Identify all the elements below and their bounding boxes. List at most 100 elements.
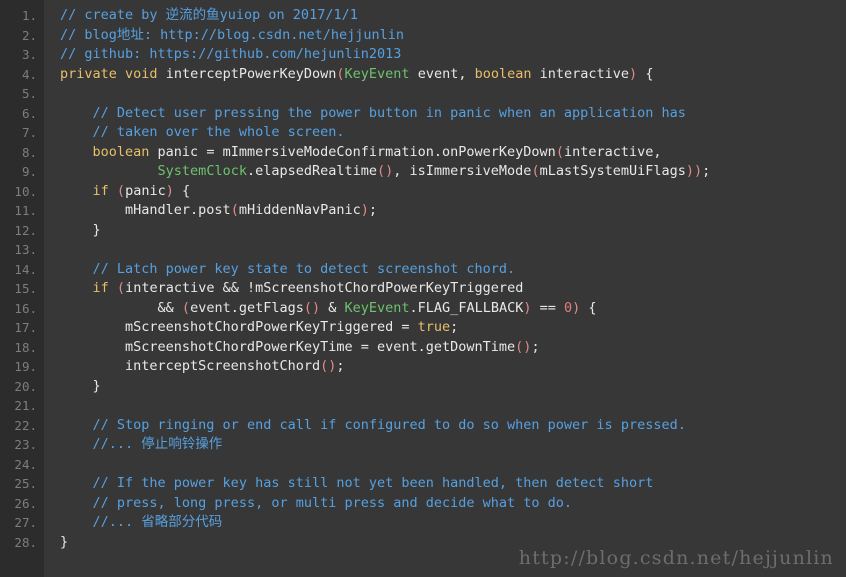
code-token-paren: ) (629, 65, 638, 82)
code-line[interactable]: // Latch power key state to detect scree… (60, 260, 846, 280)
code-token-paren: () (515, 338, 532, 355)
line-number: 3. (21, 47, 37, 62)
code-line[interactable]: // If the power key has still not yet be… (60, 474, 846, 494)
code-token-comment: // create by 逆流的鱼yuiop on 2017/1/1 (60, 7, 358, 23)
code-token-type: SystemClock (157, 163, 247, 179)
code-token-keyword: void (125, 65, 158, 82)
code-line[interactable]: // blog地址: http://blog.csdn.net/hejjunli… (60, 26, 846, 46)
code-token-plain: panic (125, 182, 166, 199)
code-line[interactable] (60, 396, 846, 416)
code-token-paren: ( (555, 143, 564, 160)
line-number: 5. (21, 86, 37, 101)
code-line[interactable]: if (panic) { (60, 182, 846, 202)
code-line[interactable]: if (interactive && !mScreenshotChordPowe… (60, 279, 846, 299)
code-line[interactable]: // Stop ringing or end call if configure… (60, 416, 846, 436)
code-token-paren: )) (685, 163, 703, 179)
line-number: 14. (14, 261, 37, 277)
code-line[interactable]: // press, long press, or multi press and… (60, 494, 846, 514)
code-token-parameter: interactive (539, 65, 630, 82)
code-token-plain: { (637, 65, 654, 82)
code-token-comment: // Stop ringing or end call if configure… (92, 416, 686, 433)
code-line[interactable]: interceptScreenshotChord(); (60, 357, 846, 377)
code-token-type: KeyEvent (344, 299, 410, 316)
code-token-plain: } (60, 377, 101, 394)
code-token-parameter: event (376, 338, 418, 355)
code-content-area[interactable]: // create by 逆流的鱼yuiop on 2017/1/1 // blo… (44, 0, 846, 577)
line-number: 7. (21, 125, 37, 140)
code-token-keyword: private (60, 65, 117, 82)
code-line[interactable] (60, 84, 846, 104)
code-token-plain: { (173, 182, 191, 199)
code-token-plain: } (60, 221, 101, 238)
code-line[interactable]: SystemClock.elapsedRealtime(), isImmersi… (60, 162, 846, 182)
code-line[interactable]: && (event.getFlags() & KeyEvent.FLAG_FAL… (60, 299, 846, 319)
line-number: 16. (14, 300, 37, 316)
line-number: 27. (14, 515, 37, 530)
line-number-gutter: 1. 2. 3. 4. 5. 6. 7. 8. 9. 10. 11. 12. 13. 14. 15. 16. 1… (0, 0, 44, 577)
line-number: 20. (14, 378, 37, 394)
code-token-paren: () (320, 358, 337, 374)
code-token-plain: .FLAG_FALLBACK (409, 299, 524, 316)
code-token-plain: ; (450, 319, 459, 335)
code-line[interactable]: mScreenshotChordPowerKeyTriggered = true… (60, 318, 846, 338)
code-line[interactable]: } (60, 533, 846, 553)
line-number: 24. (14, 456, 37, 472)
code-token-plain: { (580, 299, 597, 316)
code-token-plain: mScreenshotChordPowerKeyTime = (60, 338, 377, 355)
code-token-plain: .getDownTime (417, 338, 516, 355)
code-line[interactable]: } (60, 377, 846, 397)
line-number: 19. (14, 359, 37, 374)
code-token-comment: // Latch power key state to detect scree… (92, 260, 516, 277)
code-line[interactable]: // taken over the whole screen. (60, 123, 846, 143)
code-token-plain: interactive && !mScreenshotChordPowerKey… (125, 280, 524, 296)
code-line[interactable]: } (60, 221, 846, 241)
code-line[interactable]: mHandler.post(mHiddenNavPanic); (60, 201, 846, 221)
code-line[interactable]: mScreenshotChordPowerKeyTime = event.get… (60, 338, 846, 358)
line-number: 1. (21, 8, 37, 23)
code-token-type: KeyEvent (344, 65, 410, 82)
code-line[interactable]: boolean panic = mImmersiveModeConfirmati… (60, 143, 846, 163)
code-line[interactable]: //... 停止响铃操作 (60, 435, 846, 455)
code-line[interactable]: //... 省略部分代码 (60, 513, 846, 533)
code-line[interactable] (60, 240, 846, 260)
code-token-plain: , (653, 143, 662, 160)
code-token-plain: interceptPowerKeyDown (157, 65, 337, 82)
line-number: 26. (14, 495, 37, 511)
code-token-paren: ( (230, 202, 239, 218)
code-token-paren: ) (165, 182, 174, 199)
code-token-plain: .elapsedRealtime (246, 163, 377, 179)
code-token-parameter: event (190, 299, 231, 316)
code-token-keyword: if (92, 280, 109, 296)
code-token-plain: ; (531, 338, 540, 355)
code-token-parameter: event (417, 65, 459, 82)
line-number: 25. (14, 476, 37, 491)
line-number: 22. (14, 417, 37, 433)
code-token-plain: .getFlags (230, 299, 304, 316)
code-line[interactable]: // Detect user pressing the power button… (60, 104, 846, 124)
line-number: 9. (21, 164, 37, 179)
line-number: 2. (21, 27, 37, 43)
code-line[interactable]: // create by 逆流的鱼yuiop on 2017/1/1 (60, 6, 846, 26)
code-token-plain: mScreenshotChordPowerKeyTriggered = (60, 319, 418, 335)
line-number: 15. (14, 281, 37, 296)
code-token-plain: ; (336, 358, 345, 374)
code-line[interactable]: private void interceptPowerKeyDown(KeyEv… (60, 65, 846, 85)
code-line[interactable]: // github: https://github.com/hejunlin20… (60, 45, 846, 65)
code-token-comment: //... 省略部分代码 (92, 514, 223, 530)
code-token-plain: ; (702, 163, 711, 179)
code-token-keyword: if (92, 182, 109, 199)
code-token-paren: ( (336, 65, 345, 82)
code-token-paren: ) (360, 202, 369, 218)
code-line[interactable] (60, 455, 846, 475)
